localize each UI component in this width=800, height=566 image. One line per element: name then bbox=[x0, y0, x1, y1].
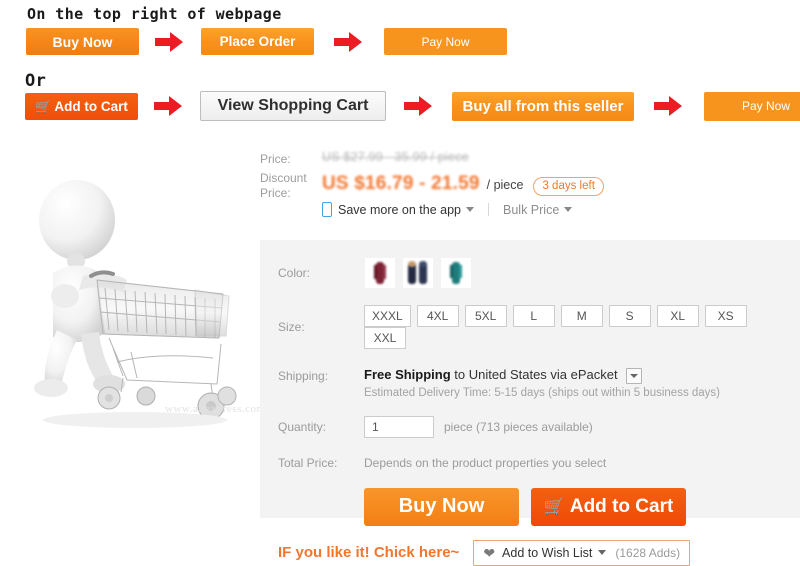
3d-person-cart-image bbox=[34, 180, 237, 428]
original-price: US $27.99 - 35.99 / piece bbox=[322, 150, 469, 164]
wish-list-count: (1628 Adds) bbox=[615, 545, 681, 560]
flow-view-shopping-cart-button[interactable]: View Shopping Cart bbox=[200, 91, 386, 121]
size-label: Size: bbox=[278, 320, 305, 334]
discount-price-value: US $16.79 - 21.59 bbox=[322, 173, 480, 194]
shipping-method: Free Shipping to United States via ePack… bbox=[364, 367, 720, 384]
size-option[interactable]: XXXL bbox=[364, 305, 411, 327]
flow-place-order-button[interactable]: Place Order bbox=[201, 28, 314, 55]
size-option[interactable]: XS bbox=[704, 305, 747, 327]
save-on-app-label[interactable]: Save more on the app bbox=[338, 203, 461, 217]
size-option[interactable]: L bbox=[512, 305, 555, 327]
price-unit: / piece bbox=[486, 178, 524, 192]
size-option[interactable]: 5XL bbox=[464, 305, 507, 327]
flow-buy-now-label: Buy Now bbox=[52, 33, 113, 50]
wishlist-annotation: IF you like it! Chick here~ bbox=[278, 544, 460, 562]
total-price-value: Depends on the product properties you se… bbox=[364, 455, 607, 470]
arrow-right-icon bbox=[654, 94, 684, 118]
delivery-estimate: Estimated Delivery Time: 5-15 days (ship… bbox=[364, 386, 721, 399]
quantity-row: Quantity: piece (713 pieces available) bbox=[260, 399, 800, 438]
size-row: Size: XXXL 4XL 5XL L M S XL XS XXL bbox=[260, 289, 800, 349]
shipping-label: Shipping: bbox=[278, 369, 329, 383]
quantity-input[interactable] bbox=[364, 415, 434, 438]
size-option[interactable]: XL bbox=[656, 305, 699, 327]
add-to-wish-list-button[interactable]: ❤ Add to Wish List (1628 Adds) bbox=[473, 539, 691, 566]
arrow-right-icon bbox=[404, 94, 434, 118]
flow-pay-now-label: Pay Now bbox=[421, 34, 470, 49]
flow-heading-or: Or bbox=[25, 71, 47, 91]
flow-add-to-cart-button[interactable]: 🛒 Add to Cart bbox=[25, 92, 138, 120]
price-label: Price: bbox=[260, 152, 291, 166]
flow-buy-all-label: Buy all from this seller bbox=[462, 97, 624, 115]
image-watermark: www.aliexpress.com bbox=[165, 403, 266, 415]
discount-price-label: Discount Price: bbox=[260, 171, 307, 200]
flow-row-buy-now: Buy Now Place Order Pay Now bbox=[26, 28, 507, 55]
color-swatch-navy[interactable] bbox=[402, 257, 434, 289]
total-price-label: Total Price: bbox=[278, 455, 338, 470]
size-option[interactable]: XXL bbox=[364, 327, 406, 349]
shipping-destination: to United States via ePacket bbox=[454, 367, 618, 382]
stock-availability: piece (713 pieces available) bbox=[444, 419, 593, 434]
flow-buy-all-from-seller-button[interactable]: Buy all from this seller bbox=[452, 91, 634, 121]
size-option[interactable]: M bbox=[560, 305, 603, 327]
flow-pay-now-button-2[interactable]: Pay Now bbox=[704, 91, 800, 121]
flow-pay-now-label-2: Pay Now bbox=[741, 99, 791, 113]
wishlist-row: IF you like it! Chick here~ ❤ Add to Wis… bbox=[260, 539, 800, 566]
cart-icon: 🛒 bbox=[543, 497, 565, 517]
price-block: Price: US $27.99 - 35.99 / piece Discoun… bbox=[260, 150, 800, 219]
flow-place-order-label: Place Order bbox=[219, 34, 296, 49]
flow-pay-now-button[interactable]: Pay Now bbox=[384, 28, 507, 55]
free-shipping-label: Free Shipping bbox=[364, 367, 451, 382]
flow-view-cart-label: View Shopping Cart bbox=[217, 97, 369, 114]
color-row: Color: bbox=[260, 240, 800, 289]
arrow-right-icon bbox=[155, 30, 185, 54]
flow-heading-top: On the top right of webpage bbox=[27, 5, 282, 23]
size-option[interactable]: S bbox=[608, 305, 651, 327]
color-swatch-teal[interactable] bbox=[440, 257, 472, 289]
color-label: Color: bbox=[278, 266, 311, 280]
divider bbox=[488, 203, 489, 216]
add-to-cart-label: Add to Cart bbox=[569, 495, 674, 517]
flow-buy-now-button[interactable]: Buy Now bbox=[26, 28, 139, 55]
wish-list-label: Add to Wish List bbox=[502, 545, 593, 560]
chevron-down-icon[interactable] bbox=[466, 207, 474, 212]
cart-icon: 🛒 bbox=[35, 98, 52, 114]
arrow-right-icon bbox=[334, 30, 364, 54]
chevron-down-icon[interactable] bbox=[564, 207, 573, 212]
flow-add-to-cart-label: Add to Cart bbox=[54, 98, 128, 114]
total-price-row: Total Price: Depends on the product prop… bbox=[260, 438, 800, 470]
flow-row-add-to-cart: 🛒 Add to Cart View Shopping Cart Buy all… bbox=[25, 91, 800, 121]
product-properties-panel: Color: Size: XXXL 4XL 5XL L M S XL XS XX… bbox=[260, 240, 800, 566]
add-to-cart-button[interactable]: 🛒 Add to Cart bbox=[531, 487, 686, 526]
color-swatch-list bbox=[364, 257, 478, 289]
product-illustration: www.aliexpress.com bbox=[5, 148, 265, 438]
arrow-right-icon bbox=[154, 94, 184, 118]
mobile-phone-icon bbox=[322, 202, 332, 217]
cta-button-group: Buy Now 🛒 Add to Cart bbox=[364, 487, 800, 526]
price-row: Price: US $27.99 - 35.99 / piece bbox=[260, 150, 800, 167]
bulk-price-label[interactable]: Bulk Price bbox=[503, 203, 559, 217]
buy-now-button[interactable]: Buy Now bbox=[364, 487, 519, 526]
quantity-label: Quantity: bbox=[278, 419, 327, 434]
chevron-down-icon[interactable] bbox=[598, 550, 607, 556]
shipping-dropdown-icon[interactable] bbox=[626, 367, 643, 384]
days-left-badge: 3 days left bbox=[533, 177, 604, 196]
size-option[interactable]: 4XL bbox=[416, 305, 459, 327]
color-swatch-dark-red[interactable] bbox=[364, 257, 396, 289]
discount-price-row: Discount Price: US $16.79 - 21.59 / piec… bbox=[260, 169, 800, 217]
buy-now-label: Buy Now bbox=[398, 495, 485, 518]
heart-icon: ❤ bbox=[483, 544, 496, 561]
shipping-row: Shipping: Free Shipping to United States… bbox=[260, 349, 800, 399]
size-option-list: XXXL 4XL 5XL L M S XL XS XXL bbox=[364, 305, 800, 349]
